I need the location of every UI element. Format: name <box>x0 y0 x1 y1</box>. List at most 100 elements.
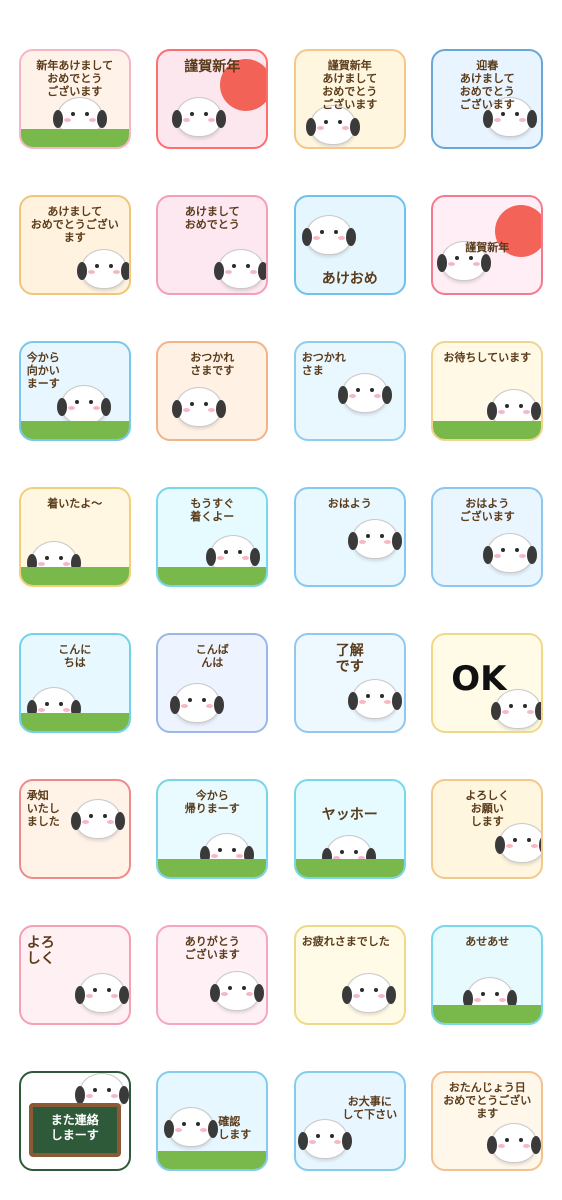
sticker-cell[interactable]: 今から 帰りまーす <box>144 756 282 902</box>
sticker-cell[interactable]: お疲れさまでした <box>281 902 419 1048</box>
sticker-cell[interactable]: 新年あけまして おめでとう ございます <box>6 26 144 172</box>
sticker-cell[interactable]: 謹賀新年 あけまして おめでとう ございます <box>281 26 419 172</box>
ground <box>20 421 129 439</box>
sticker[interactable]: お大事に して下さい <box>293 1071 406 1171</box>
ok-text: OK <box>451 659 507 699</box>
sticker-cell[interactable]: あけおめ <box>281 172 419 318</box>
sticker-cell[interactable]: 謹賀新年 <box>144 26 282 172</box>
long-tailed-tit-icon <box>76 249 129 289</box>
sticker-cell[interactable]: おはよう ございます <box>419 464 557 610</box>
sticker-text: こんば んは <box>195 643 229 669</box>
sticker-cell[interactable]: おはよう <box>281 464 419 610</box>
sticker-cell[interactable]: おつかれ さまです <box>144 318 282 464</box>
ground <box>158 567 267 585</box>
sticker[interactable]: あせあせ <box>431 925 544 1025</box>
sticker[interactable]: 了解 です <box>293 633 406 733</box>
sticker-cell[interactable]: おつかれ さま <box>281 318 419 464</box>
long-tailed-tit-icon <box>172 97 227 137</box>
sticker[interactable]: 謹賀新年 あけまして おめでとう ございます <box>293 49 406 149</box>
sticker[interactable]: OK <box>431 633 544 733</box>
sticker-cell[interactable]: お待ちしています <box>419 318 557 464</box>
long-tailed-tit-icon <box>347 519 402 559</box>
sticker-cell[interactable]: もうすぐ 着くよー <box>144 464 282 610</box>
sticker-cell[interactable]: あけまして おめでとう <box>144 172 282 318</box>
sticker-cell[interactable]: お大事に して下さい <box>281 1048 419 1194</box>
sticker-text: 確認 します <box>218 1115 252 1141</box>
sticker[interactable]: 今から 向かい まーす <box>18 341 131 441</box>
sticker-cell[interactable]: 承知 いたし ました <box>6 756 144 902</box>
sticker-cell[interactable]: ヤッホー <box>281 756 419 902</box>
long-tailed-tit-icon <box>337 373 392 413</box>
sticker-cell[interactable]: OK <box>419 610 557 756</box>
sticker-text: また連絡 しまーす <box>50 1113 99 1142</box>
sticker[interactable]: よろ しく <box>18 925 131 1025</box>
sticker[interactable]: お待ちしています <box>431 341 544 441</box>
sticker[interactable]: 確認 します <box>156 1071 269 1171</box>
sticker-cell[interactable]: あけまして おめでとうございます <box>6 172 144 318</box>
sticker[interactable]: 謹賀新年 <box>156 49 269 149</box>
sticker[interactable]: お疲れさまでした <box>293 925 406 1025</box>
sticker-cell[interactable]: よろしく お願い します <box>419 756 557 902</box>
long-tailed-tit-icon <box>341 973 396 1013</box>
sticker-cell[interactable]: こんば んは <box>144 610 282 756</box>
sticker-cell[interactable]: 今から 向かい まーす <box>6 318 144 464</box>
sticker[interactable]: おはよう <box>293 487 406 587</box>
sticker-text: おつかれ さま <box>301 351 346 377</box>
ground <box>20 713 129 731</box>
sticker[interactable]: 着いたよ〜 <box>18 487 131 587</box>
sticker-cell[interactable]: こんに ちは <box>6 610 144 756</box>
sticker-text: もうすぐ 着くよー <box>190 497 235 523</box>
sticker-text: 謹賀新年 <box>184 59 241 75</box>
sticker[interactable]: 承知 いたし ました <box>18 779 131 879</box>
sticker-text: あけまして おめでとう <box>184 205 240 231</box>
sticker-text: 謹賀新年 <box>465 241 510 254</box>
sticker[interactable]: 謹賀新年 <box>431 195 544 295</box>
long-tailed-tit-icon <box>297 1119 352 1159</box>
sticker[interactable]: また連絡 しまーす <box>18 1071 131 1171</box>
sticker-text: おはよう <box>327 497 372 510</box>
sticker-cell[interactable]: また連絡 しまーす <box>6 1048 144 1194</box>
sticker[interactable]: おつかれ さま <box>293 341 406 441</box>
sticker[interactable]: 迎春 あけまして おめでとう ございます <box>431 49 544 149</box>
sticker-text: あせあせ <box>465 935 510 948</box>
sticker-cell[interactable]: 着いたよ〜 <box>6 464 144 610</box>
sticker[interactable]: 新年あけまして おめでとう ございます <box>18 49 131 149</box>
sticker[interactable]: おたんじょう日 おめでとうございます <box>431 1071 544 1171</box>
sticker[interactable]: こんば んは <box>156 633 269 733</box>
sticker[interactable]: あけまして おめでとう <box>156 195 269 295</box>
long-tailed-tit-icon <box>301 215 356 255</box>
sticker[interactable]: 今から 帰りまーす <box>156 779 269 879</box>
sticker-cell[interactable]: 了解 です <box>281 610 419 756</box>
sticker-cell[interactable]: 確認 します <box>144 1048 282 1194</box>
long-tailed-tit-icon <box>487 1123 542 1163</box>
sticker-text: ありがとう ございます <box>184 935 240 961</box>
sticker[interactable]: おつかれ さまです <box>156 341 269 441</box>
sticker-text: 謹賀新年 あけまして おめでとう ございます <box>322 59 378 111</box>
long-tailed-tit-icon <box>210 971 265 1011</box>
sticker[interactable]: ありがとう ございます <box>156 925 269 1025</box>
sticker-text: おつかれ さまです <box>190 351 235 377</box>
sticker[interactable]: あけおめ <box>293 195 406 295</box>
sticker[interactable]: こんに ちは <box>18 633 131 733</box>
sticker[interactable]: ヤッホー <box>293 779 406 879</box>
long-tailed-tit-icon <box>74 973 129 1013</box>
sticker-cell[interactable]: ありがとう ございます <box>144 902 282 1048</box>
sticker[interactable]: あけまして おめでとうございます <box>18 195 131 295</box>
sticker-text: おはよう ございます <box>459 497 515 523</box>
long-tailed-tit-icon <box>170 683 225 723</box>
sticker-cell[interactable]: あせあせ <box>419 902 557 1048</box>
sticker-cell[interactable]: 謹賀新年 <box>419 172 557 318</box>
sticker-text: 了解 です <box>335 643 364 675</box>
sticker[interactable]: おはよう ございます <box>431 487 544 587</box>
sticker-cell[interactable]: 迎春 あけまして おめでとう ございます <box>419 26 557 172</box>
sticker-cell[interactable]: おたんじょう日 おめでとうございます <box>419 1048 557 1194</box>
sticker-text: ヤッホー <box>321 807 378 823</box>
sticker[interactable]: よろしく お願い します <box>431 779 544 879</box>
sticker-text: よろ しく <box>26 935 55 967</box>
sticker-text: 着いたよ〜 <box>47 497 103 510</box>
ground <box>433 421 542 439</box>
sticker[interactable]: もうすぐ 着くよー <box>156 487 269 587</box>
long-tailed-tit-icon <box>56 385 111 425</box>
sticker-text: あけまして おめでとうございます <box>30 205 119 244</box>
sticker-cell[interactable]: よろ しく <box>6 902 144 1048</box>
